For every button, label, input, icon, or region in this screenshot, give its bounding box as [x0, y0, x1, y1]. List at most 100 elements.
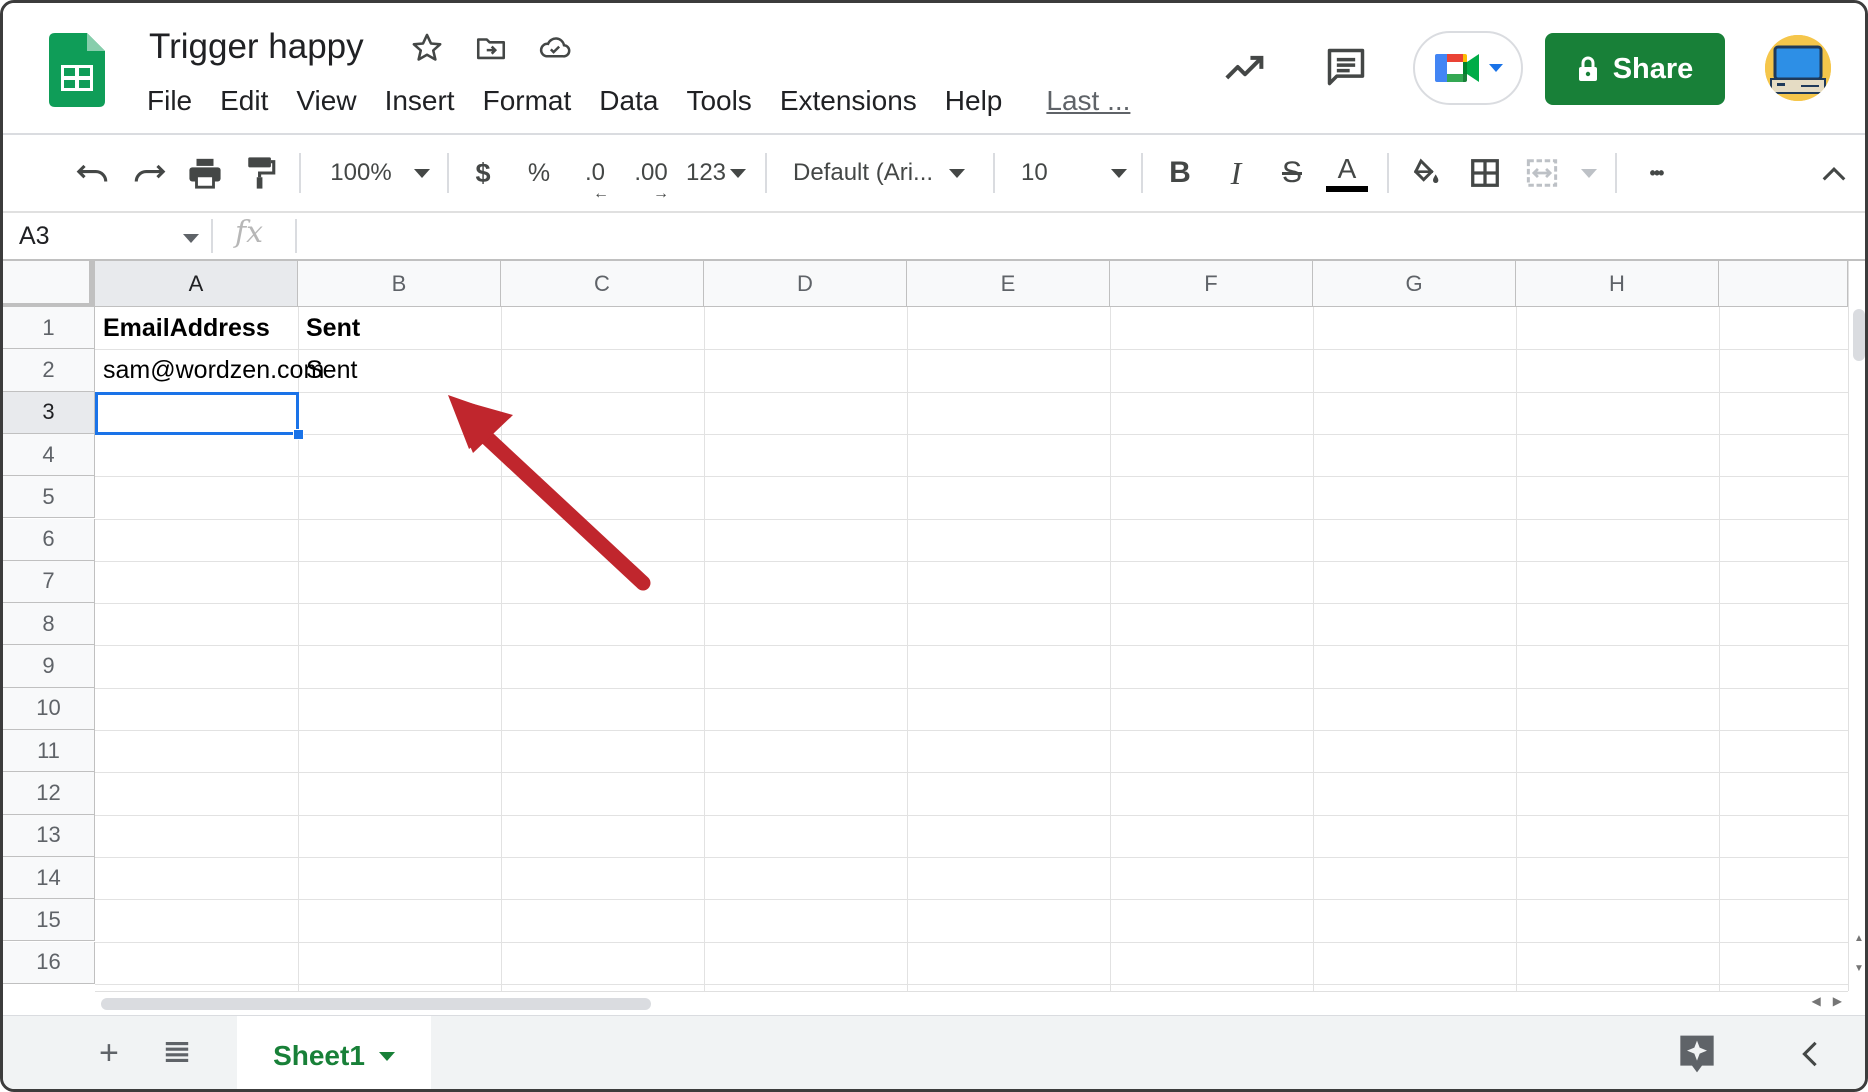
chevron-down-icon — [730, 168, 747, 178]
toolbar-separator — [299, 153, 301, 193]
row-header-9[interactable]: 9 — [3, 645, 95, 688]
vertical-scroll-thumb[interactable] — [1853, 309, 1865, 361]
row-header-13[interactable]: 13 — [3, 814, 95, 857]
scroll-right-icon[interactable]: ▶ — [1833, 994, 1842, 1008]
row-header-15[interactable]: 15 — [3, 899, 95, 942]
undo-icon[interactable] — [73, 135, 113, 211]
zoom-select[interactable]: 100% — [321, 135, 439, 211]
column-header-d[interactable]: D — [704, 261, 907, 307]
menu-edit[interactable]: Edit — [206, 83, 282, 119]
currency-label: $ — [475, 157, 491, 188]
row-header-6[interactable]: 6 — [3, 518, 95, 561]
gridline — [95, 391, 1848, 393]
increase-decimal-button[interactable]: .00 → — [627, 135, 675, 211]
gridline — [95, 941, 1848, 943]
star-icon[interactable] — [408, 29, 446, 67]
side-panel-toggle-icon[interactable] — [1801, 1040, 1819, 1073]
horizontal-scroll-thumb[interactable] — [101, 998, 651, 1010]
menu-tools[interactable]: Tools — [672, 83, 765, 119]
bold-button[interactable]: B — [1161, 135, 1199, 211]
borders-icon[interactable] — [1465, 135, 1505, 211]
column-header-g[interactable]: G — [1313, 261, 1516, 307]
more-formats-select[interactable]: 123 — [683, 135, 749, 211]
title-icons — [408, 29, 574, 67]
user-avatar[interactable] — [1765, 35, 1831, 101]
row-header-1[interactable]: 1 — [3, 307, 95, 350]
column-header-c[interactable]: C — [501, 261, 704, 307]
meet-button[interactable] — [1413, 31, 1523, 105]
text-color-button[interactable]: A — [1325, 135, 1369, 211]
chevron-down-icon[interactable] — [378, 1051, 395, 1061]
formula-input[interactable] — [303, 213, 1865, 259]
row-header-3[interactable]: 3 — [3, 391, 95, 434]
comments-icon[interactable] — [1323, 45, 1369, 94]
scroll-up-icon[interactable]: ▲ — [1854, 933, 1864, 944]
toolbar-separator — [765, 153, 767, 193]
decrease-decimal-button[interactable]: .0 ← — [573, 135, 617, 211]
merge-cells-select[interactable] — [1525, 135, 1597, 211]
menu-format[interactable]: Format — [469, 83, 586, 119]
share-button[interactable]: Share — [1545, 33, 1725, 105]
scroll-down-icon[interactable]: ▼ — [1854, 963, 1864, 974]
column-header-h[interactable]: H — [1516, 261, 1719, 307]
row-header-5[interactable]: 5 — [3, 476, 95, 519]
fill-handle[interactable] — [293, 428, 304, 440]
vertical-scrollbar[interactable]: ▲ ▼ — [1848, 261, 1865, 991]
cell-a2[interactable]: sam@wordzen.com — [95, 349, 324, 391]
menu-extensions[interactable]: Extensions — [766, 83, 931, 119]
cloud-saved-icon[interactable] — [536, 29, 574, 67]
row-header-2[interactable]: 2 — [3, 349, 95, 392]
percent-format-button[interactable]: % — [523, 135, 555, 211]
font-family-value: Default (Ari... — [793, 159, 934, 186]
italic-button[interactable]: I — [1217, 135, 1255, 211]
cell-b2[interactable]: Sent — [298, 349, 501, 391]
increase-decimal-label: .00 — [634, 159, 668, 186]
horizontal-scrollbar[interactable]: ◀ ▶ — [95, 991, 1848, 1015]
row-header-11[interactable]: 11 — [3, 730, 95, 773]
name-box[interactable]: A3 — [19, 213, 50, 259]
paint-format-icon[interactable] — [241, 135, 281, 211]
spreadsheet-grid[interactable]: A B C D E F G H 1 2 3 4 5 6 7 8 9 10 11 12 13 14 15 16 EmailAddr… — [3, 261, 1848, 991]
column-header-f[interactable]: F — [1110, 261, 1313, 307]
strikethrough-button[interactable]: S — [1273, 135, 1311, 211]
row-header-8[interactable]: 8 — [3, 603, 95, 646]
document-title[interactable]: Trigger happy — [149, 27, 364, 67]
menu-help[interactable]: Help — [931, 83, 1017, 119]
currency-format-button[interactable]: $ — [467, 135, 499, 211]
font-size-select[interactable]: 10 — [1021, 135, 1127, 211]
redo-icon[interactable] — [129, 135, 169, 211]
cell-b1[interactable]: Sent — [298, 307, 501, 349]
column-header-b[interactable]: B — [298, 261, 501, 307]
menu-file[interactable]: File — [133, 83, 206, 119]
row-header-4[interactable]: 4 — [3, 433, 95, 477]
print-icon[interactable] — [185, 135, 225, 211]
font-family-select[interactable]: Default (Ari... — [793, 135, 983, 211]
column-header-a[interactable]: A — [95, 261, 298, 307]
collapse-menu-icon[interactable] — [1817, 135, 1851, 211]
add-sheet-icon[interactable]: + — [99, 1036, 119, 1070]
row-header-16[interactable]: 16 — [3, 941, 95, 984]
column-header-e[interactable]: E — [907, 261, 1110, 307]
menu-insert[interactable]: Insert — [371, 83, 469, 119]
row-header-14[interactable]: 14 — [3, 856, 95, 900]
row-header-7[interactable]: 7 — [3, 560, 95, 604]
select-all-corner[interactable] — [3, 261, 95, 307]
sheet-tab-sheet1[interactable]: Sheet1 — [237, 1016, 431, 1089]
move-folder-icon[interactable] — [472, 29, 510, 67]
sheets-logo-icon[interactable] — [49, 33, 105, 107]
fill-color-icon[interactable] — [1405, 135, 1445, 211]
row-header-10[interactable]: 10 — [3, 687, 95, 730]
last-edit-link[interactable]: Last ... — [1032, 83, 1144, 119]
column-header-next[interactable] — [1719, 261, 1848, 307]
menu-view[interactable]: View — [282, 83, 370, 119]
name-box-dropdown-icon[interactable] — [183, 234, 199, 243]
menu-data[interactable]: Data — [585, 83, 672, 119]
all-sheets-icon[interactable] — [163, 1038, 191, 1071]
scroll-left-icon[interactable]: ◀ — [1812, 994, 1821, 1008]
explore-icon[interactable] — [1677, 1032, 1717, 1081]
row-header-12[interactable]: 12 — [3, 772, 95, 815]
activity-trend-icon[interactable] — [1223, 47, 1267, 92]
selected-cell-a3[interactable] — [95, 391, 299, 435]
cell-a1[interactable]: EmailAddress — [95, 307, 298, 349]
more-options-button[interactable]: ••• — [1637, 135, 1675, 211]
